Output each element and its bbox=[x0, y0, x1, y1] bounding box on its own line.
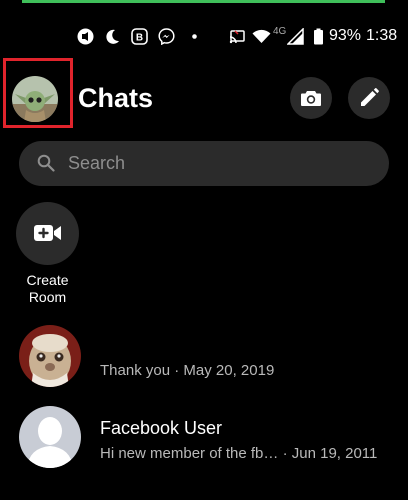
chat-preview: Thank you · May 20, 2019 bbox=[100, 362, 274, 379]
profile-avatar[interactable] bbox=[12, 76, 58, 122]
radio-icon bbox=[77, 28, 94, 45]
app-b-icon: B bbox=[131, 28, 148, 45]
status-bar: B 4G 93% 1:38 bbox=[0, 22, 408, 50]
chat-preview: Hi new member of the fb… · Jun 19, 2011 bbox=[100, 445, 377, 462]
chat-date: May 20, 2019 bbox=[183, 362, 275, 379]
chat-row[interactable]: Facebook User Hi new member of the fb… ·… bbox=[0, 406, 408, 476]
battery-percent: 93% bbox=[329, 27, 362, 44]
chat-last-message: Thank you bbox=[100, 362, 171, 379]
camera-icon bbox=[301, 91, 321, 106]
clock: 1:38 bbox=[366, 27, 398, 44]
signal-icon bbox=[287, 28, 304, 45]
chat-avatar bbox=[19, 406, 81, 468]
create-room-label: Create Room bbox=[26, 272, 69, 305]
chat-name: Facebook User bbox=[100, 418, 223, 438]
moon-icon bbox=[106, 29, 119, 44]
search-icon bbox=[37, 154, 55, 172]
cast-icon bbox=[229, 30, 245, 44]
chat-last-message: Hi new member of the fb… bbox=[100, 445, 279, 462]
pencil-icon bbox=[361, 88, 379, 106]
chat-avatar bbox=[19, 325, 81, 387]
chat-separator: · bbox=[170, 362, 184, 379]
chat-row[interactable]: Thank you · May 20, 2019 bbox=[0, 325, 408, 395]
chat-separator: · bbox=[278, 445, 292, 462]
top-progress-line bbox=[22, 0, 385, 3]
messenger-icon bbox=[158, 28, 175, 45]
network-type: 4G bbox=[273, 26, 287, 37]
search-bar[interactable] bbox=[19, 141, 389, 186]
create-room-button[interactable] bbox=[16, 202, 79, 265]
search-input[interactable] bbox=[68, 152, 368, 174]
new-message-button[interactable] bbox=[348, 77, 390, 119]
battery-icon bbox=[314, 28, 323, 45]
svg-text:B: B bbox=[136, 33, 143, 44]
wifi-icon bbox=[252, 29, 271, 43]
chat-date: Jun 19, 2011 bbox=[291, 445, 378, 462]
camera-button[interactable] bbox=[290, 77, 332, 119]
video-add-icon bbox=[34, 225, 61, 241]
page-title: Chats bbox=[78, 83, 154, 113]
dot-icon bbox=[192, 34, 197, 39]
